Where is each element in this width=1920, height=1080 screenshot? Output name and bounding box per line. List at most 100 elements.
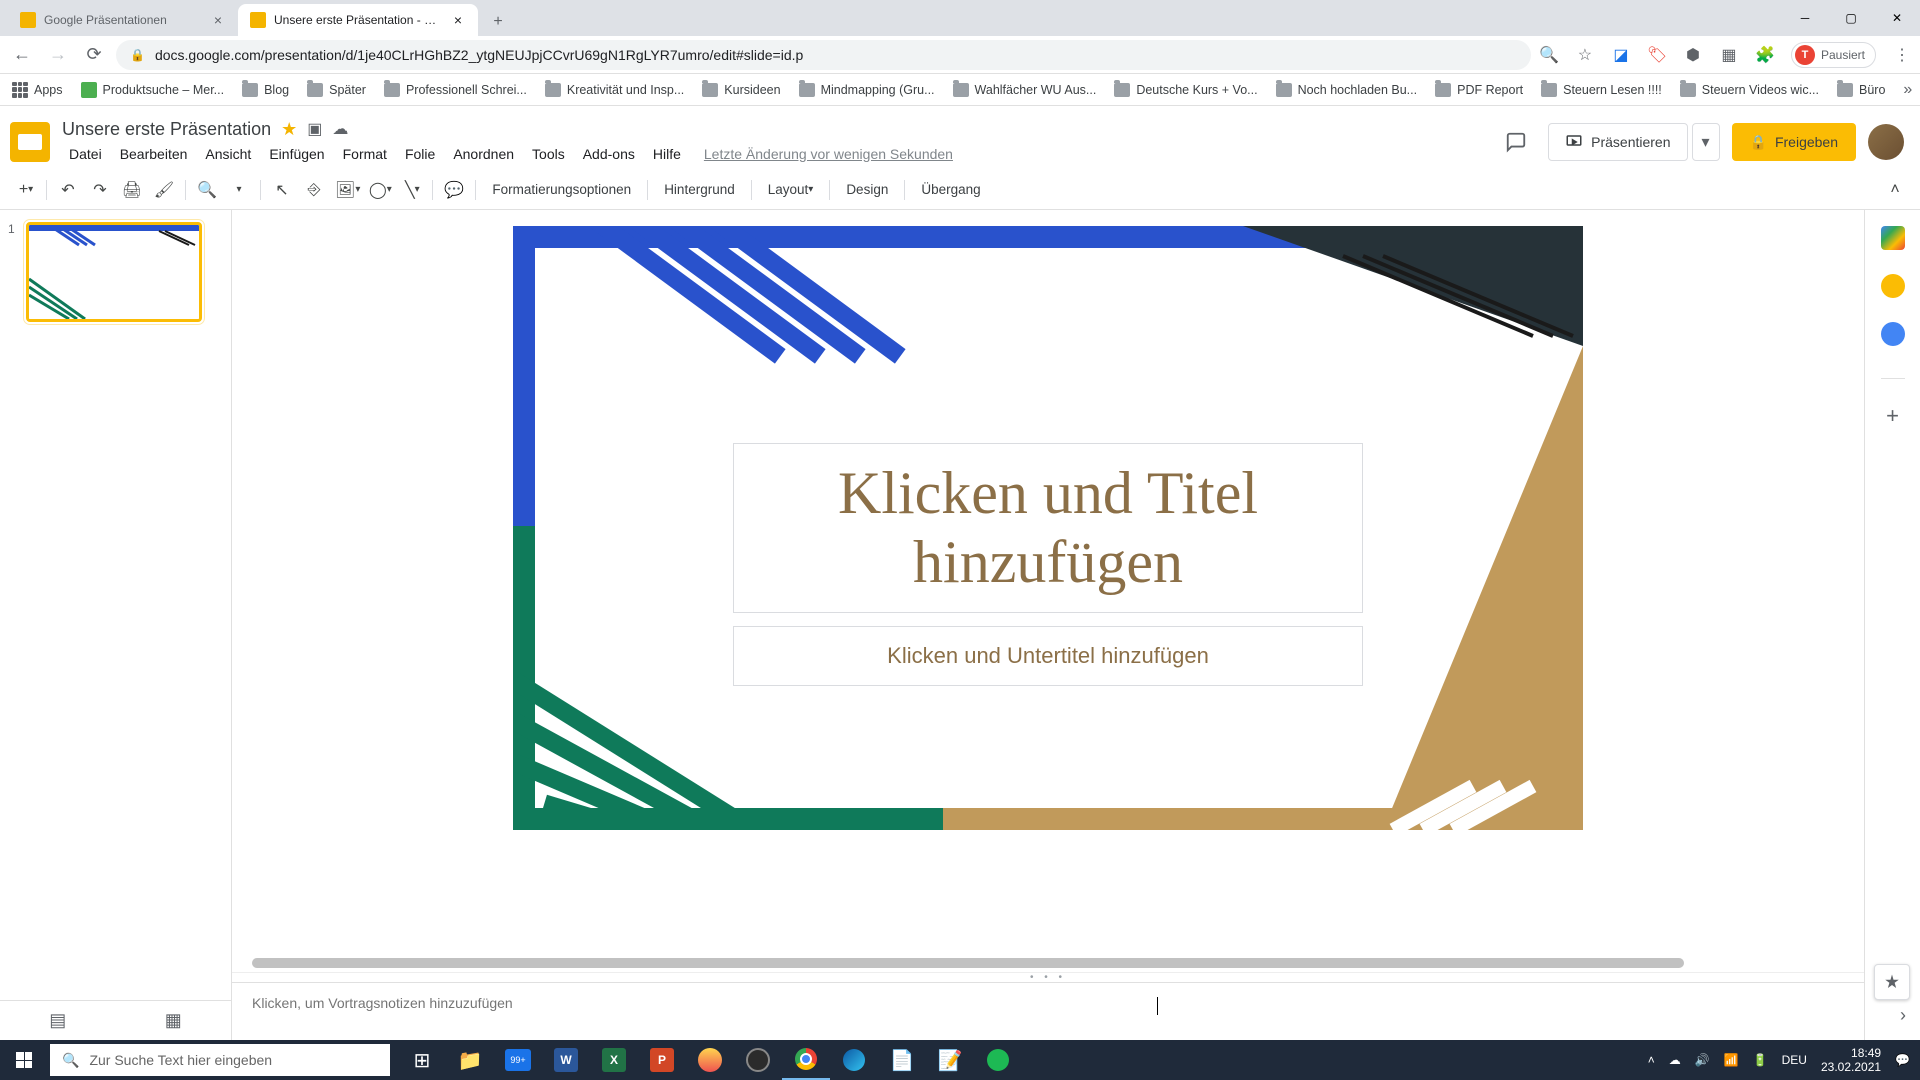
title-placeholder[interactable]: Klicken und Titel hinzufügen [733, 443, 1363, 613]
horizontal-scrollbar[interactable] [252, 958, 1684, 970]
taskbar-app-chrome[interactable] [782, 1040, 830, 1080]
taskbar-app[interactable]: 📄 [878, 1040, 926, 1080]
print-button[interactable]: 🖨 [117, 176, 147, 204]
side-panel-collapse[interactable]: › [1900, 1005, 1906, 1026]
extension-icon[interactable]: ▦ [1719, 45, 1739, 65]
bookmark-item[interactable]: Kreativität und Insp... [545, 83, 684, 97]
bookmark-item[interactable]: Später [307, 83, 366, 97]
close-window-button[interactable]: ✕ [1874, 2, 1920, 34]
comments-button[interactable] [1496, 122, 1536, 162]
image-tool[interactable]: 🖼 ▾ [331, 176, 362, 204]
menu-help[interactable]: Hilfe [646, 142, 688, 166]
tasks-icon[interactable] [1881, 322, 1905, 346]
background-button[interactable]: Hintergrund [654, 176, 745, 204]
wifi-icon[interactable]: 📶 [1724, 1053, 1739, 1067]
taskbar-search[interactable]: 🔍 Zur Suche Text hier eingeben [50, 1044, 390, 1076]
star-icon[interactable]: ☆ [1575, 45, 1595, 65]
bookmark-item[interactable]: Blog [242, 83, 289, 97]
menu-addons[interactable]: Add-ons [576, 142, 642, 166]
format-options-button[interactable]: Formatierungsoptionen [482, 176, 641, 204]
zoom-button[interactable]: 🔍 [192, 176, 222, 204]
menu-view[interactable]: Ansicht [198, 142, 258, 166]
language-indicator[interactable]: DEU [1782, 1053, 1807, 1067]
design-button[interactable]: Design [836, 176, 898, 204]
taskbar-app-mail[interactable]: 99+ [494, 1040, 542, 1080]
account-avatar[interactable] [1868, 124, 1904, 160]
cloud-status-icon[interactable]: ☁ [332, 119, 348, 139]
calendar-icon[interactable] [1881, 226, 1905, 250]
battery-icon[interactable]: 🔋 [1753, 1053, 1768, 1067]
taskbar-app-explorer[interactable]: 📁 [446, 1040, 494, 1080]
menu-icon[interactable]: ⋮ [1892, 45, 1912, 65]
extension-icon[interactable]: 🏷 [1647, 45, 1667, 65]
collapse-toolbar-button[interactable]: ˄ [1880, 176, 1910, 204]
taskbar-app-word[interactable]: W [542, 1040, 590, 1080]
comment-tool[interactable]: 💬 [439, 176, 469, 204]
share-button[interactable]: 🔒 Freigeben [1732, 123, 1856, 161]
tray-expand-icon[interactable]: ˄ [1648, 1053, 1655, 1067]
bookmark-item[interactable]: Steuern Lesen !!!! [1541, 83, 1662, 97]
browser-tab-active[interactable]: Unsere erste Präsentation - Goo... × [238, 4, 478, 36]
keep-icon[interactable] [1881, 274, 1905, 298]
bookmark-item[interactable]: Wahlfächer WU Aus... [953, 83, 1097, 97]
bookmark-item[interactable]: Produktsuche – Mer... [81, 82, 225, 98]
move-icon[interactable]: ▣ [307, 119, 322, 139]
menu-edit[interactable]: Bearbeiten [113, 142, 195, 166]
new-tab-button[interactable]: + [484, 8, 512, 36]
taskbar-app-obs[interactable] [734, 1040, 782, 1080]
notifications-icon[interactable]: 💬 [1895, 1053, 1910, 1067]
present-button[interactable]: Präsentieren [1548, 123, 1687, 161]
menu-format[interactable]: Format [336, 142, 394, 166]
slide-thumbnail[interactable] [26, 222, 202, 322]
bookmarks-overflow[interactable]: » [1903, 80, 1912, 100]
volume-icon[interactable]: 🔊 [1695, 1053, 1710, 1067]
menu-file[interactable]: Datei [62, 142, 109, 166]
line-tool[interactable]: ╲ ▾ [396, 176, 426, 204]
zoom-dropdown[interactable]: ▾ [224, 176, 254, 204]
taskbar-app-spotify[interactable] [974, 1040, 1022, 1080]
explore-button[interactable] [1874, 964, 1910, 1000]
slides-logo-icon[interactable] [10, 122, 50, 162]
notes-resize-handle[interactable]: • • • [232, 972, 1864, 982]
grid-view-button[interactable]: ▦ [165, 1010, 182, 1031]
speaker-notes[interactable]: Klicken, um Vortragsnotizen hinzuzufügen [232, 982, 1864, 1040]
taskbar-app-notepad[interactable]: 📝 [926, 1040, 974, 1080]
forward-button[interactable]: → [44, 41, 72, 69]
extension-icon[interactable]: ◪ [1611, 45, 1631, 65]
new-slide-button[interactable]: + ▾ [10, 176, 40, 204]
slide-canvas[interactable]: Klicken und Titel hinzufügen Klicken und… [513, 226, 1583, 830]
paint-format-button[interactable]: 🖌 [149, 176, 179, 204]
minimize-button[interactable]: ─ [1782, 2, 1828, 34]
bookmark-item[interactable]: Steuern Videos wic... [1680, 83, 1819, 97]
start-button[interactable] [0, 1040, 48, 1080]
taskbar-app-excel[interactable]: X [590, 1040, 638, 1080]
star-icon[interactable]: ★ [281, 119, 297, 140]
undo-button[interactable]: ↶ [53, 176, 83, 204]
zoom-icon[interactable]: 🔍 [1539, 45, 1559, 65]
close-icon[interactable]: × [450, 12, 466, 28]
taskbar-app-edge[interactable] [830, 1040, 878, 1080]
menu-tools[interactable]: Tools [525, 142, 572, 166]
menu-slide[interactable]: Folie [398, 142, 442, 166]
filmstrip-view-button[interactable]: ▤ [49, 1010, 66, 1031]
last-edit-link[interactable]: Letzte Änderung vor wenigen Sekunden [704, 146, 953, 162]
menu-insert[interactable]: Einfügen [262, 142, 331, 166]
address-bar[interactable]: 🔒 docs.google.com/presentation/d/1je40CL… [116, 40, 1531, 70]
taskbar-app[interactable] [686, 1040, 734, 1080]
extension-icon[interactable]: ⬢ [1683, 45, 1703, 65]
layout-button[interactable]: Layout ▾ [758, 176, 824, 204]
bookmark-item[interactable]: PDF Report [1435, 83, 1523, 97]
onedrive-icon[interactable]: ☁ [1669, 1053, 1681, 1067]
textbox-tool[interactable]: ⎆ [299, 176, 329, 204]
document-title[interactable]: Unsere erste Präsentation [62, 119, 271, 140]
transition-button[interactable]: Übergang [911, 176, 990, 204]
select-tool[interactable]: ↖ [267, 176, 297, 204]
reload-button[interactable]: ⟳ [80, 41, 108, 69]
task-view-button[interactable]: ⊞ [398, 1040, 446, 1080]
apps-button[interactable]: Apps [12, 82, 63, 98]
present-dropdown[interactable]: ▾ [1692, 123, 1720, 161]
clock[interactable]: 18:49 23.02.2021 [1821, 1046, 1881, 1075]
profile-badge[interactable]: T Pausiert [1791, 42, 1876, 68]
bookmark-item[interactable]: Kursideen [702, 83, 780, 97]
close-icon[interactable]: × [210, 12, 226, 28]
